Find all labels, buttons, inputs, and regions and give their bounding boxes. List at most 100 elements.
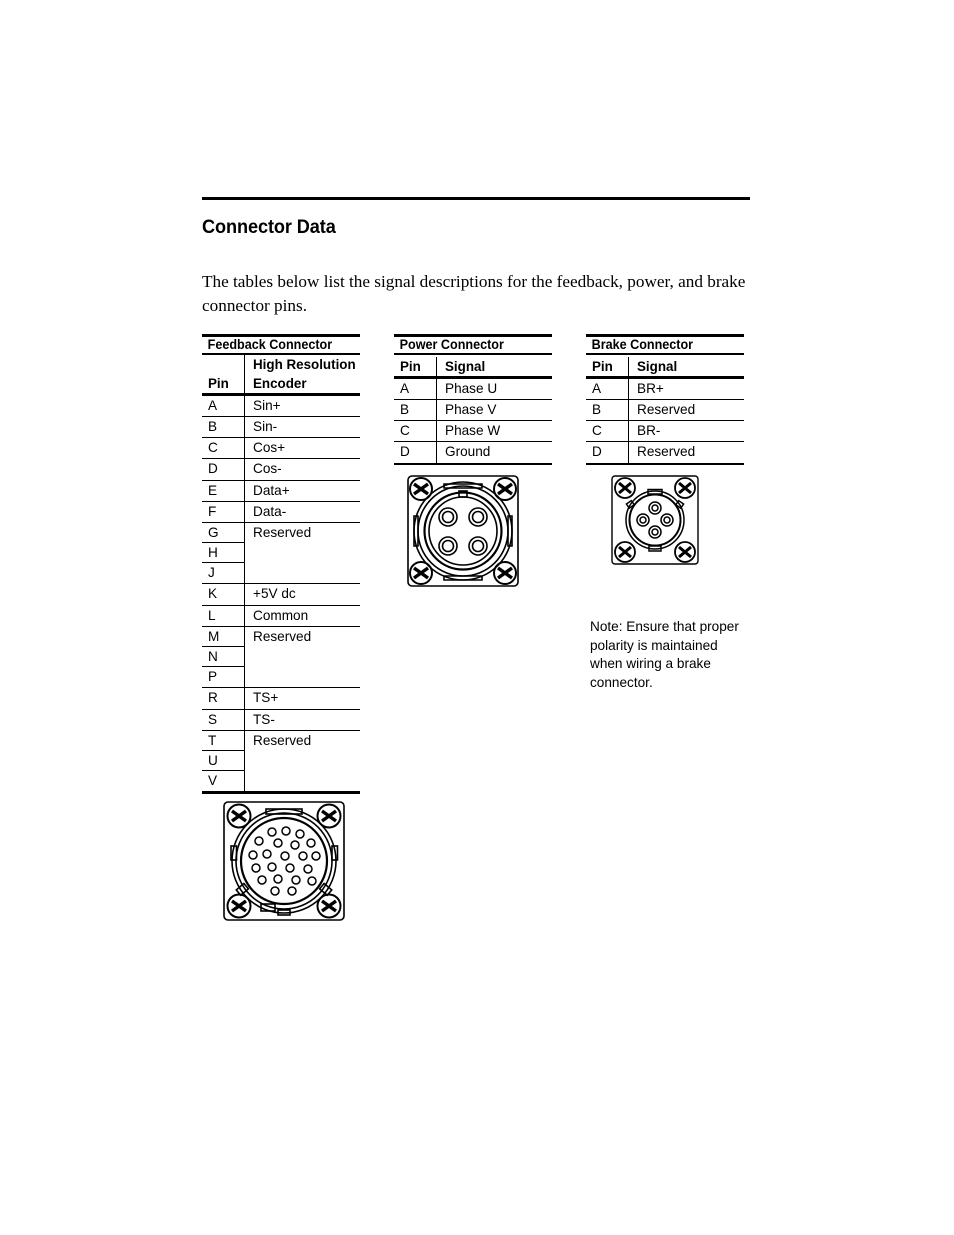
power-table-title: Power Connector bbox=[399, 336, 504, 352]
pin-holes bbox=[248, 826, 321, 896]
page-title: Connector Data bbox=[202, 216, 336, 238]
cell-pin: D bbox=[208, 461, 218, 477]
group-pin-cells: M N P bbox=[202, 627, 244, 688]
cell-signal: TS+ bbox=[244, 688, 360, 709]
cell-pin: L bbox=[208, 607, 216, 623]
feedback-header-line-2: Pin Encoder bbox=[202, 374, 360, 394]
cell-signal: Data- bbox=[244, 501, 360, 522]
feedback-table-title: Feedback Connector bbox=[207, 336, 333, 352]
power-connector-drawing bbox=[407, 475, 519, 587]
cell-pin: P bbox=[208, 669, 218, 685]
cell-signal: TS- bbox=[244, 709, 360, 730]
cell-pin: D bbox=[400, 444, 410, 460]
cell-pin: E bbox=[208, 482, 218, 498]
cell-pin: D bbox=[592, 444, 602, 460]
header-signal-label: Signal bbox=[436, 357, 552, 377]
cell-signal: Reserved bbox=[628, 442, 744, 463]
screw-icon bbox=[409, 477, 517, 585]
table-row: R TS+ bbox=[202, 688, 360, 710]
cell-signal: Sin+ bbox=[244, 395, 360, 416]
cell-pin: K bbox=[208, 586, 218, 602]
cell-pin: S bbox=[208, 711, 218, 727]
cell-pin: N bbox=[202, 647, 244, 668]
brake-table-title: Brake Connector bbox=[591, 336, 694, 352]
cell-signal: Phase V bbox=[436, 399, 552, 421]
screw-icon bbox=[226, 803, 342, 919]
cell-pin: M bbox=[202, 627, 244, 648]
power-table-body: A Phase U B Phase V C Phase W D Ground bbox=[394, 378, 552, 463]
table-row: D Reserved bbox=[586, 442, 744, 463]
table-row: K +5V dc bbox=[202, 584, 360, 606]
cell-pin: A bbox=[208, 397, 218, 413]
cell-pin: C bbox=[400, 423, 410, 439]
group-pin-cells: T U V bbox=[202, 731, 244, 792]
power-header-row: Pin Signal bbox=[394, 355, 552, 377]
intro-paragraph: The tables below list the signal descrip… bbox=[202, 272, 746, 315]
power-connector-diagram bbox=[404, 472, 522, 595]
table-row: A Sin+ bbox=[202, 395, 360, 417]
table-row-group-reserved: M N P Reserved bbox=[202, 626, 360, 688]
brake-connector-diagram bbox=[608, 472, 702, 573]
header-pin-label: Pin bbox=[400, 359, 421, 375]
cell-signal: Cos+ bbox=[244, 438, 360, 459]
cell-pin: B bbox=[400, 401, 410, 417]
header-pin-label: Pin bbox=[208, 376, 229, 392]
table-row: A BR+ bbox=[586, 378, 744, 400]
header-signal-line-2: Encoder bbox=[244, 374, 360, 394]
cell-signal-merged: Reserved bbox=[244, 626, 360, 688]
cell-pin: H bbox=[202, 543, 244, 564]
cell-pin: B bbox=[592, 401, 602, 417]
cell-signal: Common bbox=[244, 605, 360, 626]
cell-signal: Ground bbox=[436, 442, 552, 463]
cell-signal: Data+ bbox=[244, 480, 360, 501]
cell-signal-merged: Reserved bbox=[244, 522, 360, 584]
table-row: C Phase W bbox=[394, 421, 552, 443]
table-row: E Data+ bbox=[202, 480, 360, 502]
cell-pin: R bbox=[208, 690, 218, 706]
brake-header-row: Pin Signal bbox=[586, 355, 744, 377]
brake-polarity-note: Note: Ensure that proper polarity is mai… bbox=[590, 619, 739, 690]
header-rule bbox=[202, 197, 750, 200]
header-pin-label: Pin bbox=[592, 359, 613, 375]
feedback-header-line-1: High Resolution bbox=[202, 355, 360, 375]
feedback-connector-diagram bbox=[220, 798, 348, 929]
table-row: B Phase V bbox=[394, 399, 552, 422]
brake-connector-drawing bbox=[611, 475, 699, 565]
cell-pin: C bbox=[208, 440, 218, 456]
table-row: B Sin- bbox=[202, 416, 360, 439]
brake-connector-table: Brake Connector Pin Signal A BR+ B Reser… bbox=[586, 334, 744, 466]
cell-pin: A bbox=[592, 380, 602, 396]
cell-signal: Phase W bbox=[436, 421, 552, 442]
feedback-connector-drawing bbox=[223, 801, 345, 921]
cell-signal: Cos- bbox=[244, 459, 360, 480]
table-row-group-reserved: T U V Reserved bbox=[202, 730, 360, 792]
cell-pin: C bbox=[592, 423, 602, 439]
table-row: A Phase U bbox=[394, 378, 552, 400]
table-row: C BR- bbox=[586, 421, 744, 443]
table-row-group-reserved: G H J Reserved bbox=[202, 522, 360, 584]
table-row: D Ground bbox=[394, 442, 552, 463]
cell-pin: V bbox=[208, 773, 218, 789]
table-row: B Reserved bbox=[586, 399, 744, 422]
table-bottom-rule bbox=[202, 791, 360, 794]
table-bottom-rule bbox=[394, 462, 552, 466]
cell-pin: J bbox=[208, 565, 215, 581]
cell-signal: +5V dc bbox=[244, 584, 360, 605]
header-pin-blank bbox=[202, 355, 244, 374]
cell-signal: BR+ bbox=[628, 378, 744, 399]
brake-table-body: A BR+ B Reserved C BR- D Reserved bbox=[586, 378, 744, 463]
cell-signal: Phase U bbox=[436, 378, 552, 399]
cell-pin: U bbox=[202, 751, 244, 772]
feedback-table-body: A Sin+ B Sin- C Cos+ D Cos- E Data+ F Da… bbox=[202, 395, 360, 792]
table-row: S TS- bbox=[202, 709, 360, 731]
table-row: F Data- bbox=[202, 501, 360, 523]
feedback-connector-table: Feedback Connector High Resolution Pin E… bbox=[202, 334, 360, 794]
header-signal-line-1: High Resolution bbox=[244, 355, 360, 375]
cell-pin: F bbox=[208, 503, 217, 519]
cell-signal: BR- bbox=[628, 421, 744, 442]
table-row: C Cos+ bbox=[202, 438, 360, 460]
table-row: D Cos- bbox=[202, 459, 360, 481]
group-pin-cells: G H J bbox=[202, 523, 244, 584]
cell-pin: G bbox=[202, 523, 244, 544]
cell-pin: T bbox=[202, 731, 244, 751]
